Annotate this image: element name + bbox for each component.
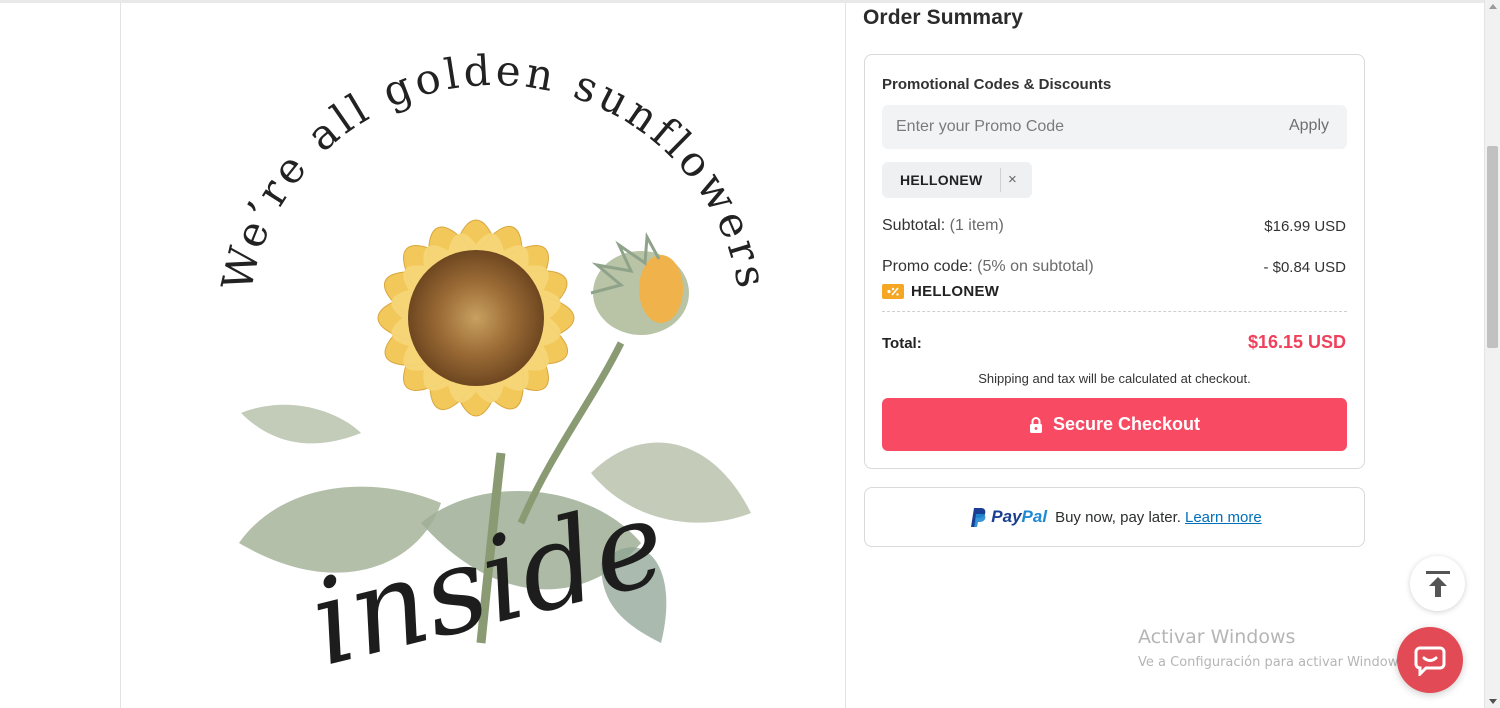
subtotal-label: Subtotal:	[882, 217, 946, 234]
shipping-note: Shipping and tax will be calculated at c…	[978, 371, 1251, 386]
scrollbar-thumb[interactable]	[1487, 146, 1498, 348]
discount-tag-icon	[882, 283, 904, 299]
summary-divider	[882, 311, 1347, 312]
page-scrollbar[interactable]	[1484, 0, 1500, 708]
product-image-panel: We’re all golden sunflowers inside	[120, 3, 846, 708]
paypal-message: Buy now, pay later.	[1055, 508, 1181, 526]
scroll-up-arrow-icon[interactable]	[1489, 4, 1497, 9]
sunflower-center	[408, 250, 544, 386]
paypal-pay-later-banner: PayPal Buy now, pay later. Learn more	[864, 487, 1365, 547]
windows-activation-title: Activar Windows	[1138, 626, 1296, 648]
arrow-up-to-line-icon	[1425, 570, 1450, 597]
applied-promo-chip: HELLONEW ×	[882, 162, 1032, 198]
scroll-down-arrow-icon[interactable]	[1489, 699, 1497, 704]
order-summary-card: Promotional Codes & Discounts Apply HELL…	[864, 54, 1365, 469]
subtotal-label-row: Subtotal: (1 item)	[882, 217, 1004, 235]
promo-code-input[interactable]	[882, 105, 1262, 149]
total-label: Total:	[882, 335, 922, 352]
applied-code-row: HELLONEW	[882, 282, 999, 300]
promo-code-label: Promo code:	[882, 258, 973, 275]
apply-promo-button[interactable]: Apply	[1289, 117, 1329, 135]
promo-code-form: Apply	[882, 105, 1347, 149]
paypal-wordmark: PayPal	[991, 507, 1047, 527]
promo-code-label-row: Promo code: (5% on subtotal)	[882, 258, 1094, 276]
subtotal-value: $16.99 USD	[1264, 218, 1346, 235]
paypal-logo-icon	[971, 508, 986, 527]
paypal-wordmark-pay: Pay	[991, 507, 1022, 526]
windows-activation-subtitle: Ve a Configuración para activar Windows.	[1138, 655, 1410, 670]
paypal-learn-more-link[interactable]: Learn more	[1185, 509, 1262, 526]
remove-promo-close-icon[interactable]: ×	[1008, 171, 1017, 188]
chat-button[interactable]	[1397, 627, 1463, 693]
order-summary-title: Order Summary	[863, 6, 1024, 29]
promo-chip-label: HELLONEW	[900, 172, 983, 188]
sunflower-bud	[590, 231, 689, 335]
total-value: $16.15 USD	[1247, 332, 1346, 352]
checkout-label: Secure Checkout	[1052, 414, 1201, 434]
promo-discount-value: - $0.84 USD	[1263, 259, 1346, 276]
chip-divider	[1000, 168, 1001, 192]
secure-checkout-button[interactable]: Secure Checkout	[882, 398, 1347, 451]
promo-heading: Promotional Codes & Discounts	[882, 76, 1112, 93]
chat-bubble-icon	[1414, 646, 1446, 676]
sunflower-artwork-image: We’re all golden sunflowers inside	[212, 46, 773, 693]
promo-code-detail: (5% on subtotal)	[977, 258, 1094, 275]
applied-code-label: HELLONEW	[911, 282, 1000, 300]
sunflower-petals	[377, 219, 575, 417]
back-to-top-button[interactable]	[1410, 556, 1465, 611]
paypal-wordmark-pal: Pal	[1021, 507, 1048, 526]
lock-icon	[1029, 416, 1042, 433]
subtotal-item-count: (1 item)	[949, 217, 1004, 234]
